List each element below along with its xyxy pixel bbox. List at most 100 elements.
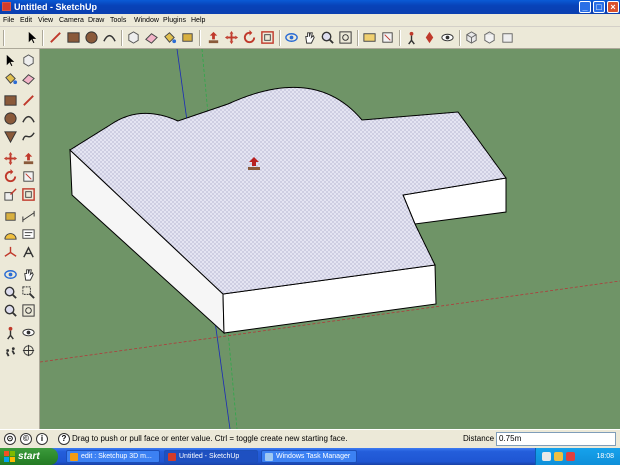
minimize-button[interactable]: _	[579, 1, 591, 13]
drawing-viewport[interactable]	[40, 49, 620, 429]
text-icon[interactable]	[21, 227, 36, 242]
iso-view-icon[interactable]	[464, 30, 479, 45]
zoom-extents-icon[interactable]	[338, 30, 353, 45]
dimension-icon[interactable]	[21, 209, 36, 224]
zoom-extents-icon[interactable]	[21, 303, 36, 318]
previous-view-icon[interactable]	[3, 303, 18, 318]
taskbar: start edit : Sketchup 3D m... Untitled -…	[0, 448, 620, 465]
toolbar-separator	[199, 30, 201, 46]
task-label: Windows Task Manager	[276, 453, 351, 460]
menu-window[interactable]: Window	[134, 15, 159, 26]
line-icon[interactable]	[48, 30, 63, 45]
menu-help[interactable]: Help	[191, 15, 205, 26]
push-pull-icon[interactable]	[21, 151, 36, 166]
follow-me-icon[interactable]	[21, 169, 36, 184]
3d-text-icon[interactable]	[21, 245, 36, 260]
arc-icon[interactable]	[102, 30, 117, 45]
select-icon[interactable]	[25, 30, 40, 45]
scale-icon[interactable]	[3, 187, 18, 202]
move-icon[interactable]	[3, 151, 18, 166]
section-plane-icon[interactable]	[21, 343, 36, 358]
select-icon[interactable]	[3, 53, 18, 68]
menu-draw[interactable]: Draw	[88, 15, 104, 26]
menu-bar: File Edit View Camera Draw Tools Window …	[0, 14, 620, 27]
orbit-icon[interactable]	[3, 267, 18, 282]
distance-input[interactable]: 0.75m	[496, 432, 616, 446]
start-button[interactable]: start	[0, 448, 58, 465]
security-icon[interactable]	[566, 452, 575, 461]
toolbar-separator	[42, 30, 44, 46]
zoom-icon[interactable]	[3, 285, 18, 300]
make-component-icon[interactable]	[126, 30, 141, 45]
status-message: Drag to push or pull face or enter value…	[72, 434, 348, 443]
clock: 18:08	[596, 453, 614, 460]
orbit-icon[interactable]	[284, 30, 299, 45]
toolbar-separator	[279, 30, 281, 46]
walk-icon[interactable]	[3, 343, 18, 358]
left-toolbar	[0, 49, 40, 429]
freehand-icon[interactable]	[21, 129, 36, 144]
zoom-icon[interactable]	[320, 30, 335, 45]
offset-icon[interactable]	[21, 187, 36, 202]
taskbar-item-browser[interactable]: edit : Sketchup 3D m...	[66, 450, 160, 463]
task-manager-icon	[265, 453, 273, 461]
zoom-window-icon[interactable]	[21, 285, 36, 300]
offset-icon[interactable]	[260, 30, 275, 45]
title-bar: Untitled - SketchUp _ □ ×	[0, 0, 620, 14]
taskbar-item-sketchup[interactable]: Untitled - SketchUp	[164, 450, 258, 463]
model-canvas[interactable]	[40, 49, 620, 429]
taskbar-item-task-manager[interactable]: Windows Task Manager	[261, 450, 357, 463]
menu-edit[interactable]: Edit	[20, 15, 32, 26]
paint-bucket-icon[interactable]	[162, 30, 177, 45]
rectangle-icon[interactable]	[3, 93, 18, 108]
line-icon[interactable]	[21, 93, 36, 108]
circle-icon[interactable]	[84, 30, 99, 45]
front-view-icon[interactable]	[500, 30, 515, 45]
rotate-icon[interactable]	[3, 169, 18, 184]
move-icon[interactable]	[224, 30, 239, 45]
tape-measure-icon[interactable]	[180, 30, 195, 45]
geolocation-icon[interactable]: ⊙	[4, 433, 16, 445]
network-icon[interactable]	[542, 452, 551, 461]
task-label: edit : Sketchup 3D m...	[81, 453, 152, 460]
follow-me-icon[interactable]	[380, 30, 395, 45]
rotate-icon[interactable]	[242, 30, 257, 45]
push-pull-icon[interactable]	[206, 30, 221, 45]
info-icon[interactable]: i	[36, 433, 48, 445]
maximize-button[interactable]: □	[593, 1, 605, 13]
toolbar-grip	[3, 30, 5, 46]
close-button[interactable]: ×	[607, 1, 619, 13]
pan-icon[interactable]	[302, 30, 317, 45]
paint-bucket-icon[interactable]	[3, 71, 18, 86]
polygon-icon[interactable]	[3, 129, 18, 144]
look-around-icon[interactable]	[440, 30, 455, 45]
section-plane-icon[interactable]	[362, 30, 377, 45]
make-component-icon[interactable]	[21, 53, 36, 68]
volume-icon[interactable]	[554, 452, 563, 461]
toolbar-separator	[399, 30, 401, 46]
toolbar-separator	[357, 30, 359, 46]
eraser-icon[interactable]	[144, 30, 159, 45]
walk-icon[interactable]	[404, 30, 419, 45]
window-title: Untitled - SketchUp	[14, 2, 98, 12]
menu-view[interactable]: View	[38, 15, 53, 26]
arc-icon[interactable]	[21, 111, 36, 126]
position-camera-icon[interactable]	[422, 30, 437, 45]
credits-icon[interactable]: ©	[20, 433, 32, 445]
menu-plugins[interactable]: Plugins	[163, 15, 186, 26]
circle-icon[interactable]	[3, 111, 18, 126]
top-view-icon[interactable]	[482, 30, 497, 45]
browser-icon	[70, 453, 78, 461]
menu-file[interactable]: File	[3, 15, 14, 26]
rectangle-icon[interactable]	[66, 30, 81, 45]
tape-measure-icon[interactable]	[3, 209, 18, 224]
position-camera-icon[interactable]	[3, 325, 18, 340]
look-around-icon[interactable]	[21, 325, 36, 340]
menu-tools[interactable]: Tools	[110, 15, 126, 26]
protractor-icon[interactable]	[3, 227, 18, 242]
menu-camera[interactable]: Camera	[59, 15, 84, 26]
help-icon[interactable]: ?	[58, 433, 70, 445]
eraser-icon[interactable]	[21, 71, 36, 86]
axes-icon[interactable]	[3, 245, 18, 260]
pan-icon[interactable]	[21, 267, 36, 282]
